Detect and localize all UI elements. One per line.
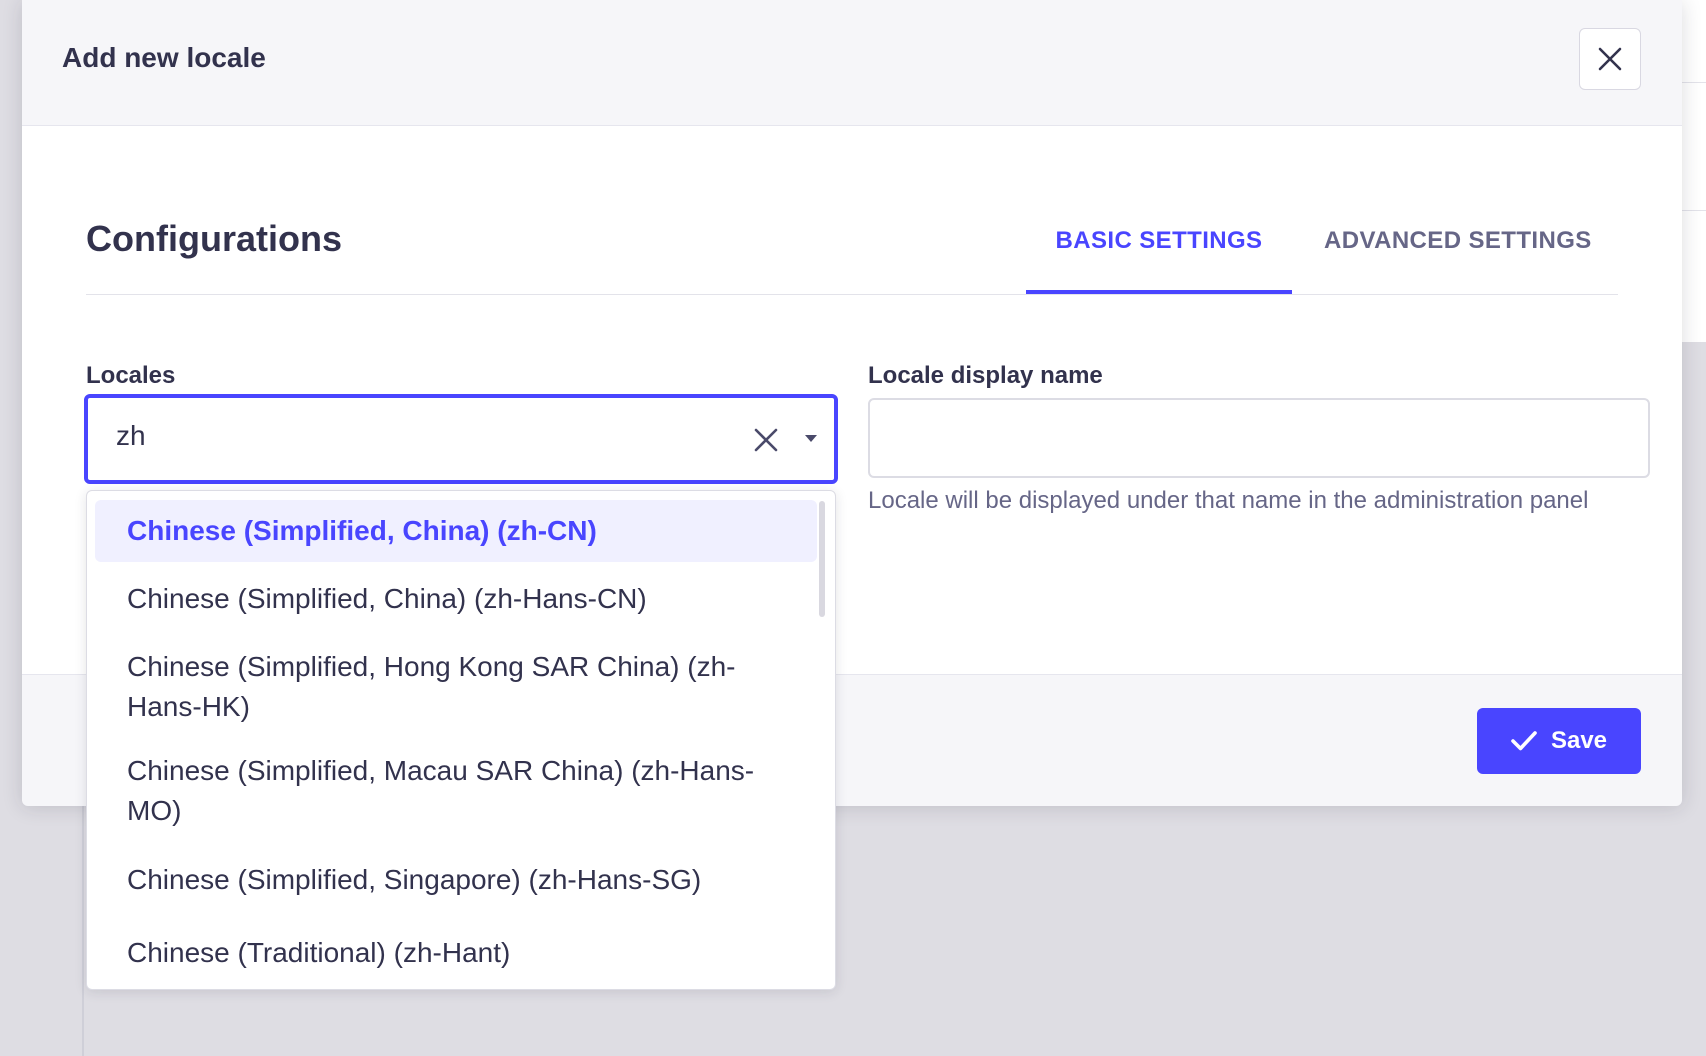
display-name-input[interactable] [868,398,1650,478]
locales-options-list: Chinese (Simplified, China) (zh-CN) Chin… [95,500,817,989]
settings-tabs: BASIC SETTINGS ADVANCED SETTINGS [1026,218,1624,294]
locale-option[interactable]: Chinese (Simplified, Hong Kong SAR China… [95,635,817,739]
caret-down-icon[interactable] [804,434,818,444]
display-name-hint: Locale will be displayed under that name… [868,487,1589,514]
close-icon [1598,47,1622,71]
dropdown-scrollbar[interactable] [819,501,825,617]
locales-dropdown: Chinese (Simplified, China) (zh-CN) Chin… [86,490,836,990]
close-button[interactable] [1579,28,1641,90]
modal-header: Add new locale [22,0,1682,126]
configurations-heading: Configurations [86,218,342,259]
modal-title: Add new locale [62,42,266,73]
tab-advanced-settings[interactable]: ADVANCED SETTINGS [1292,218,1624,294]
display-name-label: Locale display name [868,362,1103,389]
locale-option[interactable]: Chinese (Simplified, China) (zh-CN) [95,500,817,562]
tab-basic-settings[interactable]: BASIC SETTINGS [1026,218,1292,294]
locale-option[interactable]: Chinese (Simplified, Macau SAR China) (z… [95,739,817,843]
locales-search-input[interactable]: zh [116,420,146,452]
locales-label: Locales [86,362,176,389]
locale-option[interactable]: Chinese (Simplified, Singapore) (zh-Hans… [95,843,817,916]
save-label: Save [1550,727,1608,754]
tabs-divider [86,294,1618,295]
locale-option[interactable]: Chinese (Traditional) (zh-Hant) [95,916,817,989]
locale-option[interactable]: Chinese (Simplified, China) (zh-Hans-CN) [95,562,817,635]
locales-combobox[interactable]: zh [84,394,838,484]
clear-icon[interactable] [752,426,780,454]
check-icon [1511,731,1537,751]
save-button[interactable]: Save [1477,708,1641,774]
